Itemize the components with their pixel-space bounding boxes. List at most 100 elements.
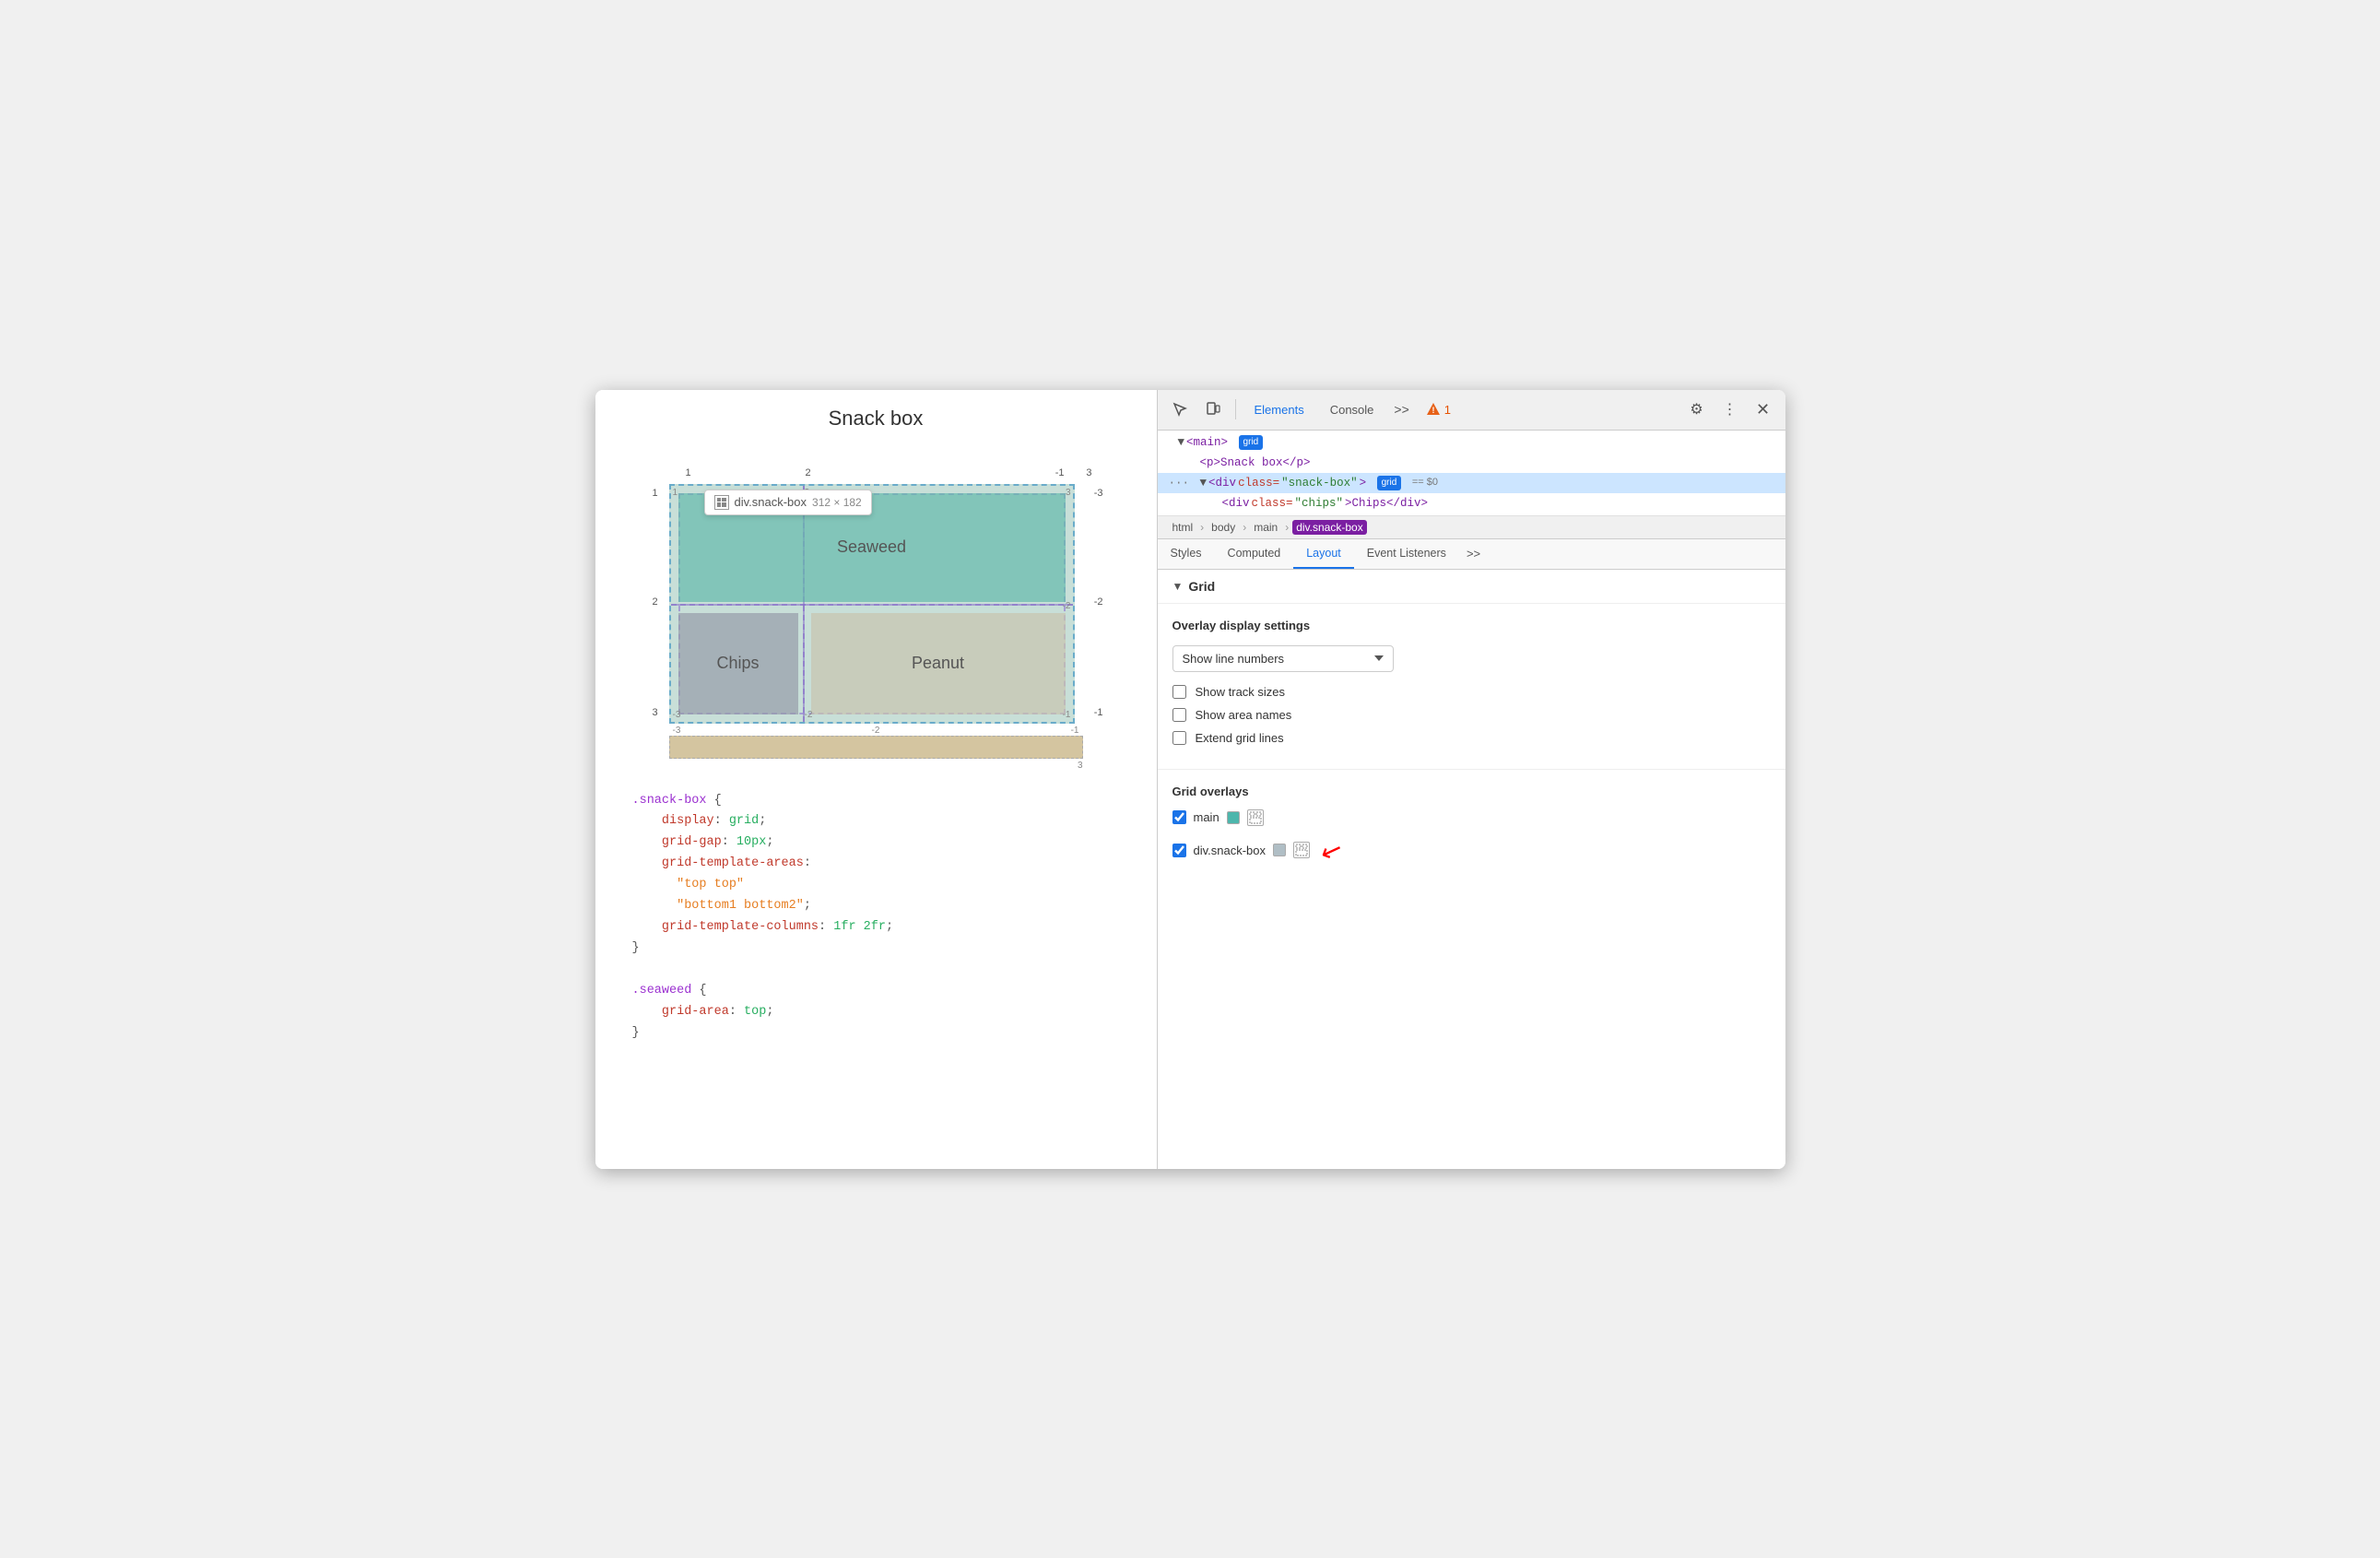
sub-tabs: Styles Computed Layout Event Listeners >… [1158,539,1785,570]
bottom-line-nums: -3 -2 -1 [669,726,1083,736]
extend-grid-lines-label[interactable]: Extend grid lines [1196,731,1284,745]
cell-peanut: Peanut [811,613,1066,714]
code-line-5: "top top" [632,875,1120,896]
grid-badge-snack: grid [1377,476,1402,490]
page-title: Snack box [595,390,1157,438]
grid-section-title: Grid [1188,579,1215,594]
code-line-2: display: grid; [632,811,1120,832]
overlay-main-icon[interactable] [1247,809,1264,826]
code-panel: .snack-box { display: grid; grid-gap: 10… [632,791,1120,1045]
tab-console[interactable]: Console [1319,390,1385,431]
code-line-6: "bottom1 bottom2"; [632,896,1120,917]
overlay-snack-box-icon[interactable] [1293,842,1310,858]
bc-main[interactable]: main [1250,520,1281,535]
code-line-9: .seaweed { [632,981,1120,1002]
tree-row-p[interactable]: <p>Snack box</p> [1158,453,1785,473]
show-track-sizes-label[interactable]: Show track sizes [1196,685,1286,699]
line-num-left-2: 2 [653,596,658,608]
inspect-button[interactable] [1165,395,1195,424]
bottom-tan-area [669,736,1083,759]
overlay-main-color[interactable] [1227,811,1240,824]
code-line-10: grid-area: top; [632,1002,1120,1023]
tree-row-chips[interactable]: <div class= "chips" >Chips</div> [1158,493,1785,513]
layout-content: ▼ Grid Overlay display settings Show lin… [1158,570,1785,1169]
grid-overlays-section: Grid overlays main [1158,770,1785,890]
device-toggle-button[interactable] [1198,395,1228,424]
grid-overlays-title: Grid overlays [1172,785,1771,798]
inner-num-3: 3 [1066,488,1071,498]
show-area-names-label[interactable]: Show area names [1196,708,1292,722]
tab-computed[interactable]: Computed [1215,539,1294,569]
right-panel: Elements Console >> ! 1 ⚙ ⋮ ✕ [1158,390,1785,1169]
bc-html[interactable]: html [1169,520,1197,535]
outer-3-label: 3 [1078,761,1083,771]
more-button[interactable]: ⋮ [1715,395,1745,424]
tree-row-main[interactable]: ▼ <main> grid [1158,432,1785,453]
tooltip-dims: 312 × 182 [812,496,862,509]
show-track-sizes-checkbox[interactable] [1172,685,1186,699]
sub-tab-overflow[interactable]: >> [1459,539,1488,568]
overlay-main-label[interactable]: main [1194,810,1219,824]
show-area-names-row: Show area names [1172,708,1771,722]
outer-bottom-num: 3 [669,759,1083,773]
code-line-blank [632,960,1120,981]
grid-outer: Seaweed Chips Peanut 1 2 3 -2 -3 -2 -1 [669,484,1075,724]
line-numbers-dropdown-row: Show line numbers Hide line names Show l… [1172,645,1771,672]
code-line-4: grid-template-areas: [632,854,1120,875]
line-num-right-neg3: -3 [1094,488,1103,499]
line-num-right-neg2: -2 [1094,596,1103,608]
overlay-snack-box-label[interactable]: div.snack-box [1194,844,1267,857]
overlay-snack-box-checkbox[interactable] [1172,844,1186,857]
tree-arrow-snack[interactable]: ▼ [1200,474,1208,492]
breadcrumb-bar: html › body › main › div.snack-box [1158,516,1785,539]
line-num-left-3: 3 [653,707,658,718]
inner-num-neg2b: -2 [805,710,813,720]
bottom-num-neg3: -3 [673,726,681,736]
overlay-settings-title: Overlay display settings [1172,619,1771,632]
settings-button[interactable]: ⚙ [1682,395,1712,424]
svg-text:!: ! [1432,406,1434,415]
main-content: Snack box div.snack-box 312 × 182 1 -1 2… [595,390,1785,1169]
grid-badge-main: grid [1239,435,1264,450]
line-num-outer-neg1: -1 [1055,467,1065,478]
inner-num-neg1: -1 [1063,710,1071,720]
tab-overflow[interactable]: >> [1388,390,1414,431]
tab-styles[interactable]: Styles [1158,539,1215,569]
line-num-outer-2: 2 [806,467,811,478]
bc-snack-box[interactable]: div.snack-box [1292,520,1366,535]
overlay-snack-box-color[interactable] [1273,844,1286,856]
overlay-row-main: main [1172,809,1771,826]
code-line-11: } [632,1023,1120,1045]
overlay-display-select[interactable]: Show line numbers Hide line names Show l… [1172,645,1394,672]
show-area-names-checkbox[interactable] [1172,708,1186,722]
extend-grid-lines-checkbox[interactable] [1172,731,1186,745]
grid-collapse-arrow[interactable]: ▼ [1172,580,1184,593]
browser-window: Snack box div.snack-box 312 × 182 1 -1 2… [595,390,1785,1169]
line-num-outer-1: 1 [686,467,691,478]
inner-num-1: 1 [673,488,678,498]
overlay-settings: Overlay display settings Show line numbe… [1158,604,1785,770]
tree-row-snack-box[interactable]: ··· ▼ <div class= "snack-box" > grid == … [1158,473,1785,493]
code-line-8: } [632,938,1120,960]
extend-grid-lines-row: Extend grid lines [1172,731,1771,745]
tab-event-listeners[interactable]: Event Listeners [1354,539,1459,569]
line-num-left-1: 1 [653,488,658,499]
red-arrow-indicator: ↙ [1316,832,1347,868]
toolbar-divider [1235,399,1236,419]
overlay-main-checkbox[interactable] [1172,810,1186,824]
inner-num-neg3: -3 [673,710,681,720]
tree-arrow-main[interactable]: ▼ [1178,433,1185,452]
tab-layout[interactable]: Layout [1293,539,1354,569]
code-line-1: .snack-box { [632,791,1120,812]
bottom-num-neg1: -1 [1071,726,1079,736]
code-line-3: grid-gap: 10px; [632,832,1120,854]
bc-body[interactable]: body [1208,520,1239,535]
grid-line-horizontal [671,604,1073,606]
html-tree: ▼ <main> grid <p>Snack box</p> ··· ▼ <di… [1158,431,1785,516]
tooltip-class: div.snack-box [735,495,807,509]
close-button[interactable]: ✕ [1749,395,1778,424]
devtools-toolbar: Elements Console >> ! 1 ⚙ ⋮ ✕ [1158,390,1785,431]
warning-count: 1 [1444,403,1451,417]
cell-chips: Chips [678,613,798,714]
tab-elements[interactable]: Elements [1243,390,1315,431]
